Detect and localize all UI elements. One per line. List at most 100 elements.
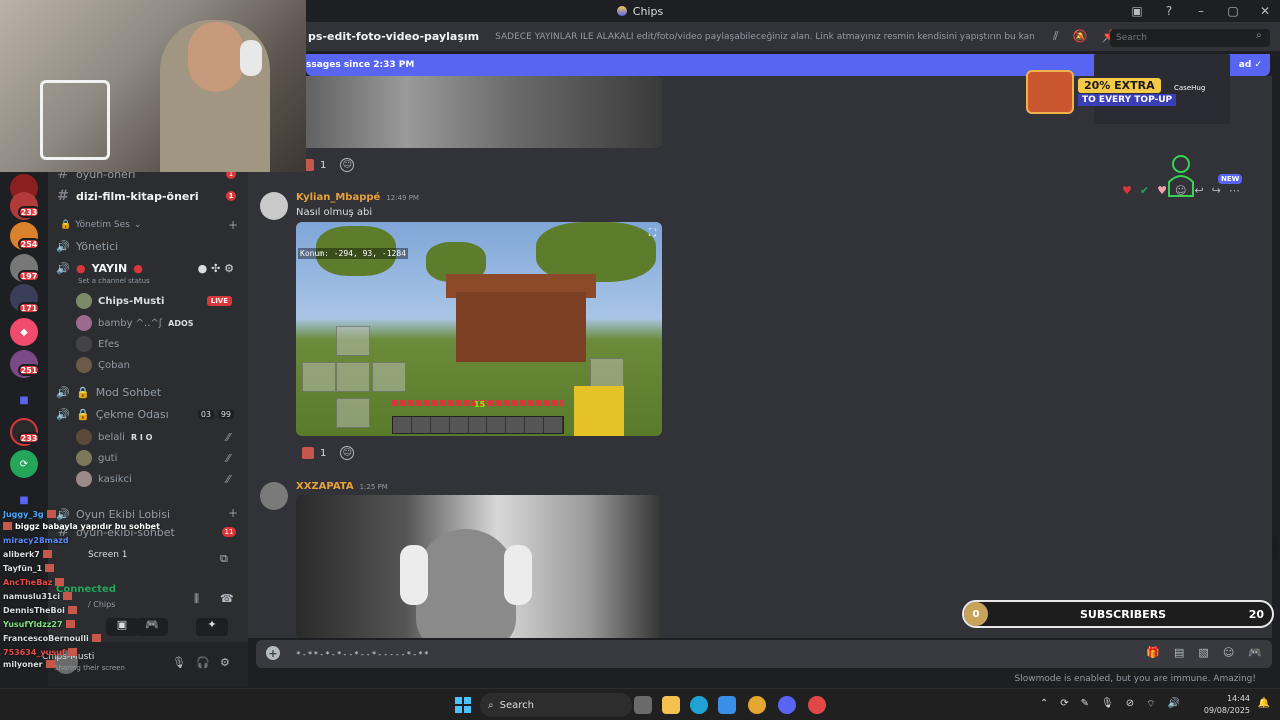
- server-icon[interactable]: ⟳: [10, 450, 38, 478]
- app-icon[interactable]: [808, 696, 826, 714]
- avatar: [76, 293, 92, 309]
- window-title-text: Chips: [632, 4, 664, 18]
- emote-icon: [45, 660, 55, 668]
- mark-read-label: ad: [1238, 60, 1252, 70]
- voice-user[interactable]: belali R I O ⁄⁄: [76, 428, 242, 446]
- voice-channel-yayin[interactable]: 🔊 ● YAYIN ● ● ✣ ⚙: [56, 258, 242, 278]
- mascot-icon: [1164, 152, 1198, 198]
- heart-reaction-icon[interactable]: ♥: [1122, 184, 1132, 197]
- attach-plus-icon[interactable]: +: [266, 646, 280, 660]
- expand-icon[interactable]: ⛶: [649, 228, 656, 239]
- voice-user[interactable]: Chips-Musti LIVE: [76, 292, 242, 310]
- gif-icon[interactable]: ▤: [1174, 646, 1184, 659]
- file-explorer-icon[interactable]: [662, 696, 680, 714]
- mute-icon[interactable]: ⊘: [1126, 698, 1134, 711]
- edge-icon[interactable]: [690, 696, 708, 714]
- speaker-icon: 🔊: [56, 261, 70, 275]
- clock[interactable]: 14:44 09/08/2025: [1204, 693, 1250, 717]
- voice-user-name: bamby ^..^ʃ: [98, 317, 163, 329]
- start-button[interactable]: [455, 697, 471, 713]
- voice-user[interactable]: Çoban: [76, 356, 242, 374]
- windows-taskbar: ⌕ Search ⌃ ⟳ ✎ 🎙 ⊘ ⌔ 🔊 14:44 09/08/2025 …: [0, 688, 1280, 720]
- chat-line: miracy28mazd: [3, 536, 69, 545]
- category-yonetim-ses[interactable]: 🔒 Yönetim Ses ⌄: [60, 220, 141, 230]
- app-tray-icon[interactable]: ✎: [1081, 698, 1089, 711]
- search-input[interactable]: [1110, 29, 1270, 47]
- close-button[interactable]: ✕: [1258, 4, 1272, 18]
- reaction-bar: 1 ☺: [302, 446, 355, 460]
- server-badge: 233: [18, 206, 40, 218]
- channel-tools[interactable]: ● ✣ ⚙: [198, 262, 234, 275]
- headphones-shape: [240, 40, 262, 76]
- speaker-icon: 🔊: [56, 407, 70, 421]
- more-icon[interactable]: ⋯: [1229, 184, 1240, 197]
- notifications-muted-icon[interactable]: 🔕: [1073, 29, 1088, 44]
- video-thumbnail[interactable]: [296, 495, 662, 638]
- message-author[interactable]: Kylian_Mbappé 12:49 PM: [296, 192, 419, 203]
- emoji-icon[interactable]: ☺: [1223, 646, 1234, 659]
- wifi-icon[interactable]: ⌔: [1146, 698, 1155, 711]
- channel-topic[interactable]: SADECE YAYINLAR İLE ALAKALI edit/foto/vi…: [495, 32, 1035, 42]
- scrollbar-thumb[interactable]: [1272, 536, 1277, 560]
- forward-icon[interactable]: ↪: [1212, 184, 1221, 197]
- apps-icon[interactable]: 🎮: [1248, 646, 1262, 659]
- voice-user[interactable]: Efes: [76, 335, 242, 353]
- chat-user: aliberk7: [3, 550, 40, 559]
- add-channel-icon[interactable]: +: [228, 218, 238, 232]
- folder-icon[interactable]: ■: [10, 386, 38, 414]
- author-name[interactable]: XXZAPATA: [296, 481, 354, 492]
- check-reaction-icon[interactable]: ✔: [1140, 184, 1149, 197]
- sticker-icon[interactable]: ▧: [1198, 646, 1208, 659]
- voice-user[interactable]: guti ⁄⁄: [76, 449, 242, 467]
- notification-bell-icon[interactable]: 🔔: [1258, 698, 1270, 709]
- server-badge: 171: [18, 302, 40, 314]
- emote-icon: [3, 522, 12, 530]
- mic-icon[interactable]: 🎙: [1101, 698, 1114, 711]
- channel-label: Çekme Odası: [95, 407, 169, 421]
- chat-line: milyoner: [3, 660, 55, 669]
- volume-icon[interactable]: 🔊: [1168, 698, 1180, 711]
- voice-channel-yonetici[interactable]: 🔊 Yönetici: [56, 236, 242, 256]
- store-icon[interactable]: [718, 696, 736, 714]
- taskbar-search[interactable]: ⌕ Search: [480, 693, 632, 717]
- inbox-icon[interactable]: ▣: [1130, 4, 1144, 18]
- chat-line: 753634_yusuf: [3, 648, 78, 657]
- minecraft-screenshot[interactable]: Konum: -294, 93, -1284 15 ⛶: [296, 222, 662, 436]
- channel-status[interactable]: Set a channel status: [78, 277, 150, 285]
- voice-user-name: belali: [98, 431, 125, 443]
- dpad-down: [336, 362, 370, 392]
- taskview-icon[interactable]: [634, 696, 652, 714]
- message-composer: + 🎁 ▤ ▧ ☺ 🎮: [256, 640, 1272, 668]
- gift-icon[interactable]: 🎁: [1146, 646, 1160, 659]
- server-badge: 197: [18, 270, 40, 282]
- voice-channel-mod-sohbet[interactable]: 🔊 🔒 Mod Sohbet: [56, 382, 242, 402]
- unread-badge: 1: [226, 191, 236, 201]
- mark-as-read[interactable]: ad ✓: [1239, 60, 1262, 70]
- chat-line: aliberk7: [3, 550, 52, 559]
- maximize-button[interactable]: ▢: [1226, 4, 1240, 18]
- discord-icon[interactable]: [778, 696, 796, 714]
- server-icon[interactable]: ◆: [10, 318, 38, 346]
- add-reaction-icon[interactable]: ☺: [340, 446, 355, 460]
- author-name[interactable]: Kylian_Mbappé: [296, 192, 380, 203]
- avatar[interactable]: [260, 482, 288, 510]
- chevron-up-icon[interactable]: ⌃: [1040, 698, 1048, 711]
- voice-channel-cekme-odasi[interactable]: 🔊 🔒 Çekme Odası 03 99: [56, 404, 242, 424]
- sync-icon[interactable]: ⟳: [1060, 698, 1068, 711]
- message-image[interactable]: [296, 76, 662, 148]
- channel-dizi-film-kitap-oneri[interactable]: # dizi-film-kitap-öneri 1: [56, 186, 242, 206]
- lock-icon: 🔒: [76, 385, 90, 399]
- chrome-icon[interactable]: [748, 696, 766, 714]
- voice-user[interactable]: kasikci ⁄⁄: [76, 470, 242, 488]
- threads-icon[interactable]: ⫽: [1053, 29, 1058, 44]
- lock-icon: 🔒: [76, 407, 90, 421]
- add-reaction-icon[interactable]: ☺: [340, 158, 355, 172]
- help-icon[interactable]: ?: [1162, 4, 1176, 18]
- avatar[interactable]: [260, 192, 288, 220]
- reaction-emoji-icon[interactable]: [302, 447, 314, 459]
- message-input[interactable]: [296, 646, 996, 662]
- minimize-button[interactable]: –: [1194, 4, 1208, 18]
- voice-user[interactable]: bamby ^..^ʃ ADOS: [76, 314, 242, 332]
- server-badge: 251: [18, 364, 40, 376]
- message-author[interactable]: XXZAPATA 1:25 PM: [296, 481, 388, 492]
